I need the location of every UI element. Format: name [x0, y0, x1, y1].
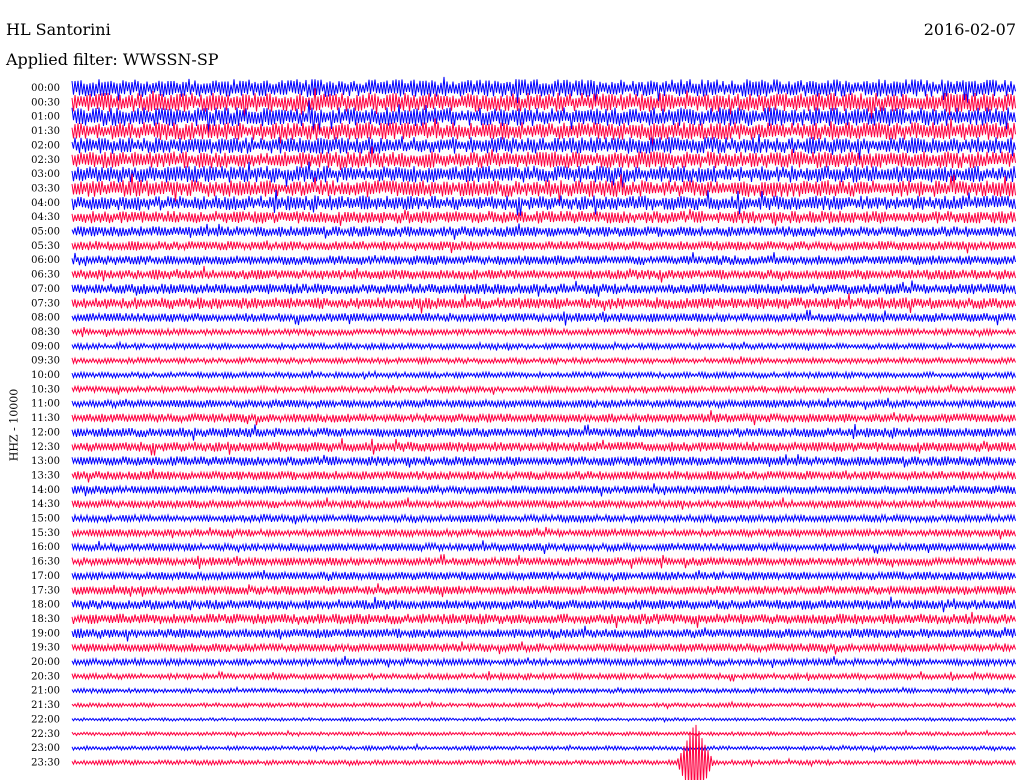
- trace-row-0400: [71, 189, 1016, 216]
- time-tick-label: 17:00: [31, 571, 60, 582]
- time-tick-label: 10:00: [31, 370, 60, 381]
- trace-row-1000: [71, 369, 1016, 381]
- time-tick-label: 01:30: [31, 126, 60, 137]
- trace-row-0630: [71, 265, 1016, 283]
- time-tick-label: 14:00: [31, 485, 60, 496]
- time-tick-label: 22:00: [31, 714, 60, 725]
- time-tick-label: 07:30: [31, 298, 60, 309]
- time-tick-label: 13:30: [31, 470, 60, 481]
- trace-row-1530: [71, 526, 1016, 540]
- trace-row-2200: [71, 716, 1016, 724]
- time-tick-label: 01:00: [31, 112, 60, 123]
- time-tick-label: 18:00: [31, 600, 60, 611]
- time-tick-label: 05:00: [31, 227, 60, 238]
- trace-row-1930: [71, 641, 1016, 655]
- time-tick-label: 02:00: [31, 140, 60, 151]
- trace-row-1800: [71, 596, 1016, 613]
- time-tick-label: 05:30: [31, 241, 60, 252]
- time-tick-label: 03:30: [31, 183, 60, 194]
- trace-row-1830: [71, 611, 1016, 628]
- trace-row-2100: [71, 685, 1016, 696]
- trace-row-0800: [71, 309, 1016, 326]
- time-tick-label: 06:30: [31, 270, 60, 281]
- trace-row-1730: [71, 583, 1016, 598]
- time-tick-label: 16:30: [31, 557, 60, 568]
- trace-row-0900: [71, 340, 1016, 351]
- time-tick-label: 13:00: [31, 456, 60, 467]
- trace-row-0430: [71, 208, 1016, 226]
- time-tick-label: 19:00: [31, 628, 60, 639]
- time-tick-label: 17:30: [31, 585, 60, 596]
- time-tick-label: 20:00: [31, 657, 60, 668]
- trace-row-1600: [71, 540, 1016, 554]
- time-tick-label: 09:00: [31, 341, 60, 352]
- trace-row-2300: [71, 742, 1016, 754]
- trace-row-1030: [71, 384, 1016, 396]
- trace-row-2030: [71, 670, 1016, 682]
- trace-row-1500: [71, 512, 1016, 525]
- trace-row-0530: [71, 240, 1016, 254]
- time-tick-label: 15:30: [31, 528, 60, 539]
- trace-row-1330: [71, 468, 1016, 483]
- trace-row-1700: [71, 569, 1016, 582]
- time-tick-label: 23:30: [31, 757, 60, 768]
- time-tick-label: 15:00: [31, 514, 60, 525]
- time-tick-label: 10:30: [31, 384, 60, 395]
- time-tick-label: 11:00: [31, 399, 60, 410]
- trace-row-1100: [71, 397, 1016, 410]
- time-tick-label: 12:00: [31, 427, 60, 438]
- time-tick-label: 00:00: [31, 83, 60, 94]
- trace-row-0300: [71, 161, 1016, 188]
- time-tick-label: 00:30: [31, 97, 60, 108]
- trace-row-0500: [71, 223, 1016, 240]
- trace-row-0730: [71, 293, 1016, 314]
- time-tick-label: 12:30: [31, 442, 60, 453]
- time-tick-label: 08:00: [31, 313, 60, 324]
- time-tick-label: 04:30: [31, 212, 60, 223]
- time-tick-label: 22:30: [31, 729, 60, 740]
- trace-row-0230: [71, 146, 1016, 171]
- time-tick-label: 11:30: [31, 413, 60, 424]
- seismogram-plot: 00:00 00:30 01:00 01:30 02:00 02:30 03:00 03:30…: [31, 76, 1016, 780]
- time-tick-label: 04:00: [31, 198, 60, 209]
- trace-row-0930: [71, 355, 1016, 366]
- time-tick-label: 08:30: [31, 327, 60, 338]
- trace-row-1230: [71, 438, 1016, 456]
- trace-row-1200: [71, 423, 1016, 441]
- trace-row-2230: [71, 729, 1016, 739]
- trace-row-2130: [71, 700, 1016, 710]
- time-tick-label: 21:30: [31, 700, 60, 711]
- trace-row-1900: [71, 625, 1016, 642]
- trace-row-0830: [71, 326, 1016, 338]
- trace-row-0700: [71, 280, 1016, 297]
- time-tick-label: 09:30: [31, 356, 60, 367]
- time-tick-label: 21:00: [31, 686, 60, 697]
- time-tick-label: 23:00: [31, 743, 60, 754]
- trace-row-2000: [71, 655, 1016, 669]
- trace-row-0600: [71, 252, 1016, 267]
- time-tick-label: 03:00: [31, 169, 60, 180]
- trace-row-1400: [71, 483, 1016, 497]
- time-tick-label: 20:30: [31, 671, 60, 682]
- time-tick-label: 19:30: [31, 643, 60, 654]
- time-tick-label: 14:30: [31, 499, 60, 510]
- trace-row-1130: [71, 410, 1016, 426]
- time-tick-label: 06:00: [31, 255, 60, 266]
- trace-row-1430: [71, 497, 1016, 510]
- time-tick-label: 16:00: [31, 542, 60, 553]
- time-tick-label: 18:30: [31, 614, 60, 625]
- trace-row-1630: [71, 554, 1016, 570]
- time-tick-label: 02:30: [31, 155, 60, 166]
- time-tick-label: 07:00: [31, 284, 60, 295]
- trace-row-1300: [71, 454, 1016, 468]
